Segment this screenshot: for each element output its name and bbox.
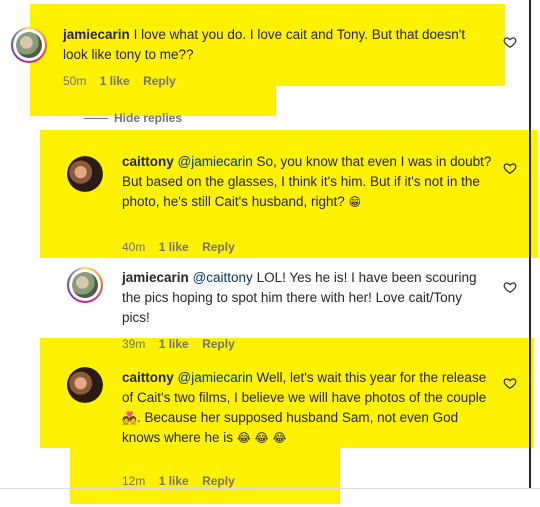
comment-meta: 39m 1 like Reply (122, 337, 245, 351)
comment-text: . Because her supposed husband Sam, not … (122, 410, 459, 445)
comment-emoji: 😁 (348, 195, 362, 209)
comment-username[interactable]: jamiecarin (122, 270, 189, 285)
heart-outline-icon[interactable] (503, 376, 517, 390)
avatar-image (16, 32, 42, 58)
comment-body: jamiecarin I love what you do. I love ca… (63, 25, 473, 65)
avatar[interactable] (11, 27, 47, 63)
comment-likes[interactable]: 1 like (159, 240, 189, 254)
comment-meta: 12m 1 like Reply (122, 474, 245, 488)
hide-replies-line (84, 118, 108, 119)
reply-button[interactable]: Reply (143, 74, 176, 88)
comment-likes[interactable]: 1 like (159, 474, 189, 488)
laughing-emoji: 😂 😂 😂 (236, 431, 287, 445)
avatar[interactable] (67, 267, 103, 303)
comment-time: 40m (122, 240, 146, 254)
avatar-image (67, 156, 103, 192)
reply-button[interactable]: Reply (202, 474, 235, 488)
hide-replies-button[interactable]: Hide replies (114, 111, 182, 125)
comment-meta: 40m 1 like Reply (122, 240, 245, 254)
avatar[interactable] (67, 367, 103, 403)
avatar-image (67, 367, 103, 403)
comment-username[interactable]: jamiecarin (63, 27, 130, 42)
avatar[interactable] (67, 156, 103, 192)
comment-mention[interactable]: @jamiecarin (178, 154, 253, 169)
comment-meta: 50m 1 like Reply (63, 74, 186, 88)
comment-likes[interactable]: 1 like (159, 337, 189, 351)
comment-body: caittony @jamiecarin So, you know that e… (122, 152, 492, 212)
reply-button[interactable]: Reply (202, 337, 235, 351)
comment-time: 39m (122, 337, 146, 351)
comment-body: caittony @jamiecarin Well, let's wait th… (122, 368, 492, 448)
couple-emoji: 💑 (122, 411, 137, 425)
comment-username[interactable]: caittony (122, 154, 174, 169)
comment-time: 50m (63, 74, 87, 88)
comment-body: jamiecarin @caittony LOL! Yes he is! I h… (122, 268, 492, 328)
comment-likes[interactable]: 1 like (100, 74, 130, 88)
avatar-image (72, 272, 98, 298)
comment-username[interactable]: caittony (122, 370, 174, 385)
comment-time: 12m (122, 474, 146, 488)
reply-button[interactable]: Reply (202, 240, 235, 254)
scrollbar-edge (529, 0, 531, 488)
heart-outline-icon[interactable] (503, 35, 517, 49)
heart-outline-icon[interactable] (503, 280, 517, 294)
heart-outline-icon[interactable] (503, 161, 517, 175)
comment-mention[interactable]: @caittony (193, 270, 253, 285)
divider (0, 488, 540, 489)
comment-mention[interactable]: @jamiecarin (178, 370, 253, 385)
